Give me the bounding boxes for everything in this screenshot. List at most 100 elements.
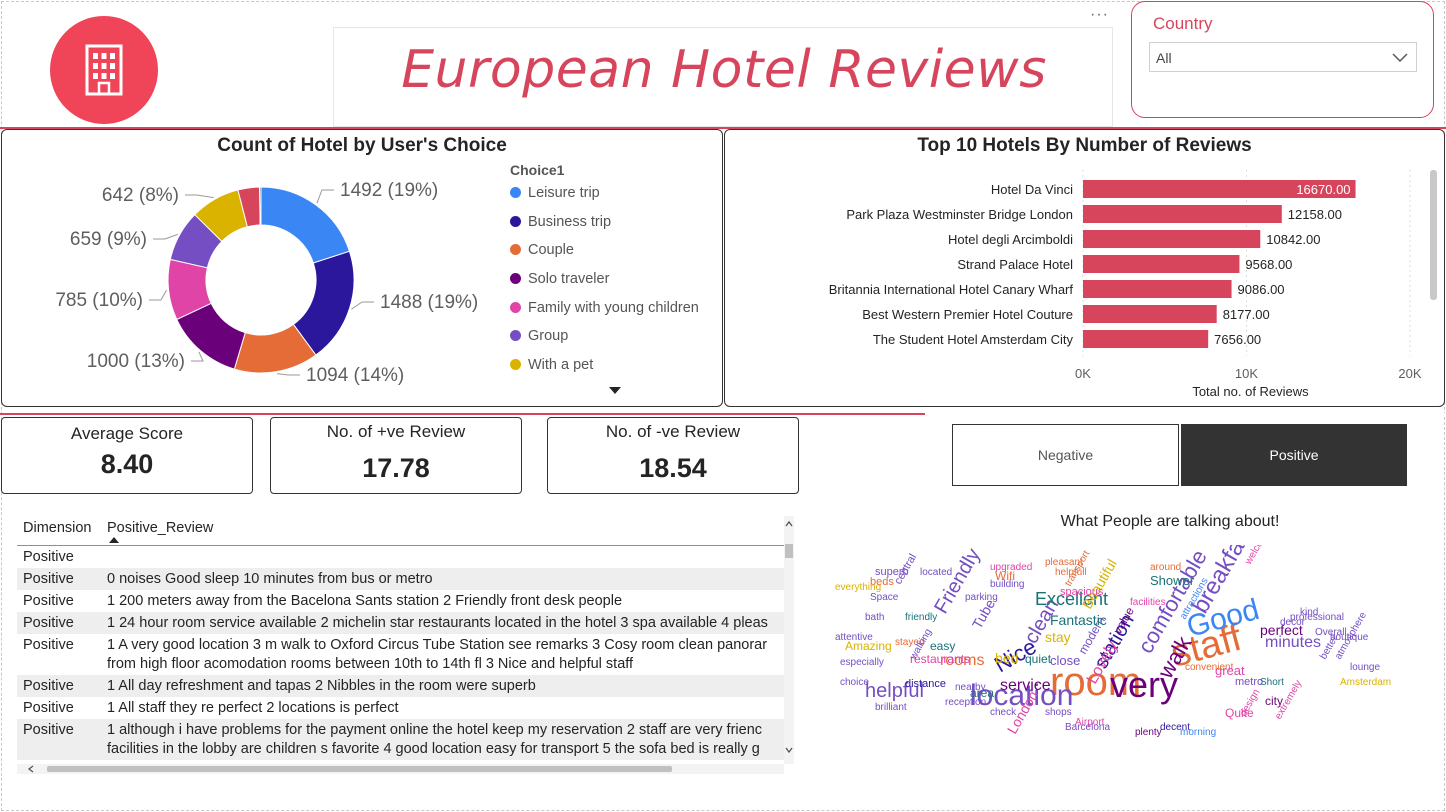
country-dropdown[interactable]: All [1149, 42, 1417, 72]
bar-chart: 0K 10K 20K Total no. of Reviews Hotel Da Vi… [829, 170, 1422, 399]
legend-marker [510, 330, 521, 342]
table-row[interactable]: Positive 1 A very good location 3 m walk … [17, 634, 787, 675]
table-row[interactable]: Positive 1 All staff they re perfect 2 lo… [17, 697, 787, 719]
y-category-label: Britannia International Hotel Canary Wha… [829, 282, 1074, 297]
wordcloud-word[interactable]: lounge [1350, 662, 1380, 673]
wordcloud-word[interactable]: building [990, 579, 1024, 590]
wordcloud-word[interactable]: check [990, 707, 1017, 718]
table-row[interactable]: Positive 1 All day refreshment and tapas … [17, 675, 787, 697]
legend-label: Couple [528, 242, 574, 259]
column-header-positive-review[interactable]: Positive_Review [101, 515, 787, 546]
negative-button[interactable]: Negative [952, 424, 1179, 486]
bar[interactable] [1083, 255, 1240, 273]
wordcloud-word[interactable]: metro [1235, 676, 1263, 688]
wordcloud-word[interactable]: Friendly [930, 545, 985, 618]
bar[interactable] [1083, 280, 1232, 298]
legend-marker [510, 273, 521, 285]
wordcloud-word[interactable]: reception [945, 697, 986, 708]
wordcloud-word[interactable]: especially [840, 657, 884, 668]
wordcloud-word[interactable]: Space [870, 592, 899, 603]
legend-item[interactable]: Couple [510, 240, 699, 260]
wordcloud-word[interactable]: Quite [1225, 706, 1254, 720]
scroll-up-icon[interactable] [785, 520, 793, 528]
vertical-scroll-thumb[interactable] [785, 544, 793, 558]
wordcloud-word[interactable]: decor [1280, 617, 1306, 628]
table-row[interactable]: Positive 1 200 meters away from the Bacel… [17, 590, 787, 612]
wordcloud-word[interactable]: located [920, 567, 952, 578]
donut-slice-1[interactable] [260, 186, 351, 264]
table-vertical-scrollbar[interactable] [784, 516, 794, 764]
table-horizontal-scrollbar[interactable] [17, 764, 784, 774]
wordcloud-word[interactable]: upgraded [990, 562, 1032, 573]
wordcloud-word[interactable]: bath [865, 612, 884, 623]
wordcloud-word[interactable]: Short [1260, 677, 1284, 688]
column-header-dimension[interactable]: Dimension [17, 515, 101, 546]
wordcloud-word[interactable]: shops [1045, 707, 1072, 718]
donut-legend: Leisure trip Business trip Couple Solo trav… [510, 183, 699, 375]
bar[interactable] [1083, 205, 1282, 223]
title-box: European Hotel Reviews [333, 27, 1113, 127]
wordcloud-word[interactable]: around [1150, 562, 1181, 573]
hotel-logo [50, 16, 158, 124]
donut-leader-line [351, 301, 374, 310]
table-row[interactable]: Positive [17, 546, 787, 569]
legend-item[interactable]: Leisure trip [510, 183, 699, 203]
bar[interactable] [1083, 305, 1217, 323]
chevron-down-icon [1392, 53, 1408, 63]
positive-button[interactable]: Positive [1181, 424, 1407, 486]
horizontal-scroll-thumb[interactable] [47, 766, 672, 772]
building-icon [85, 44, 123, 96]
legend-item[interactable]: Family with young children [510, 298, 699, 318]
y-category-label: The Student Hotel Amsterdam City [873, 332, 1074, 347]
donut-data-label: 785 (10%) [55, 290, 143, 311]
wordcloud-word[interactable]: convenient [1185, 662, 1234, 673]
wordcloud-word[interactable]: choice [840, 677, 869, 688]
wordcloud-word[interactable]: distance [905, 678, 946, 690]
wordcloud-word[interactable]: attentive [835, 632, 873, 643]
legend-label: Family with young children [528, 299, 699, 316]
legend-label: With a pet [528, 357, 594, 374]
wordcloud-word[interactable]: Fantastic [1050, 612, 1107, 628]
legend-label: Solo traveler [528, 271, 610, 288]
wordcloud-word[interactable]: facilities [1130, 597, 1166, 608]
bar[interactable] [1083, 230, 1261, 248]
legend-item[interactable]: Business trip [510, 212, 699, 232]
wordcloud-word[interactable]: nearby [955, 682, 986, 693]
review-cell: 1 24 hour room service available 2 miche… [101, 612, 787, 634]
donut-slice-9[interactable] [259, 186, 262, 226]
wordcloud-word[interactable]: Shower [1150, 573, 1195, 588]
bar[interactable] [1083, 330, 1209, 348]
review-cell [101, 546, 787, 569]
table-row[interactable]: Positive 1 24 hour room service available… [17, 612, 787, 634]
table-row[interactable]: Positive 0 noises Good sleep 10 minutes f… [17, 568, 787, 590]
bar-chart-scrollbar[interactable] [1430, 170, 1437, 300]
legend-label: Group [528, 328, 569, 345]
more-options-icon[interactable]: ··· [1090, 6, 1109, 24]
wordcloud-word[interactable]: plenty [1135, 727, 1162, 738]
wordcloud-word[interactable]: spacious [1060, 586, 1104, 598]
wordcloud-word[interactable]: bed [995, 650, 1018, 666]
wordcloud-word[interactable]: brilliant [875, 702, 907, 713]
wordcloud-word[interactable]: Barcelona [1065, 722, 1110, 733]
review-text: 1 although i have problems for the payme… [107, 722, 763, 738]
scroll-down-icon[interactable] [785, 746, 793, 754]
legend-scroll-down-icon[interactable] [608, 386, 622, 396]
wordcloud-word[interactable]: quiet [1025, 652, 1052, 666]
page-title: European Hotel Reviews [401, 40, 1047, 100]
wordcloud-word[interactable]: kind [1300, 607, 1318, 618]
wordcloud-word[interactable]: close [1050, 653, 1080, 668]
legend-item[interactable]: Solo traveler [510, 269, 699, 289]
review-cell: 1 All staff they re perfect 2 locations … [101, 697, 787, 719]
wordcloud-word[interactable]: parking [965, 592, 998, 603]
legend-item[interactable]: With a pet [510, 355, 699, 375]
wordcloud-word[interactable]: morning [1180, 727, 1216, 738]
scroll-left-icon[interactable] [27, 765, 35, 773]
wordcloud-word[interactable]: friendly [905, 612, 937, 623]
wordcloud-word[interactable]: Amsterdam [1340, 677, 1391, 688]
wordcloud-word[interactable]: stay [1045, 629, 1071, 645]
table-row[interactable]: Positive 1 although i have problems for t… [17, 719, 787, 760]
legend-marker [510, 359, 521, 371]
legend-marker [510, 215, 521, 227]
wordcloud-word[interactable]: easy [930, 639, 955, 653]
legend-item[interactable]: Group [510, 326, 699, 346]
